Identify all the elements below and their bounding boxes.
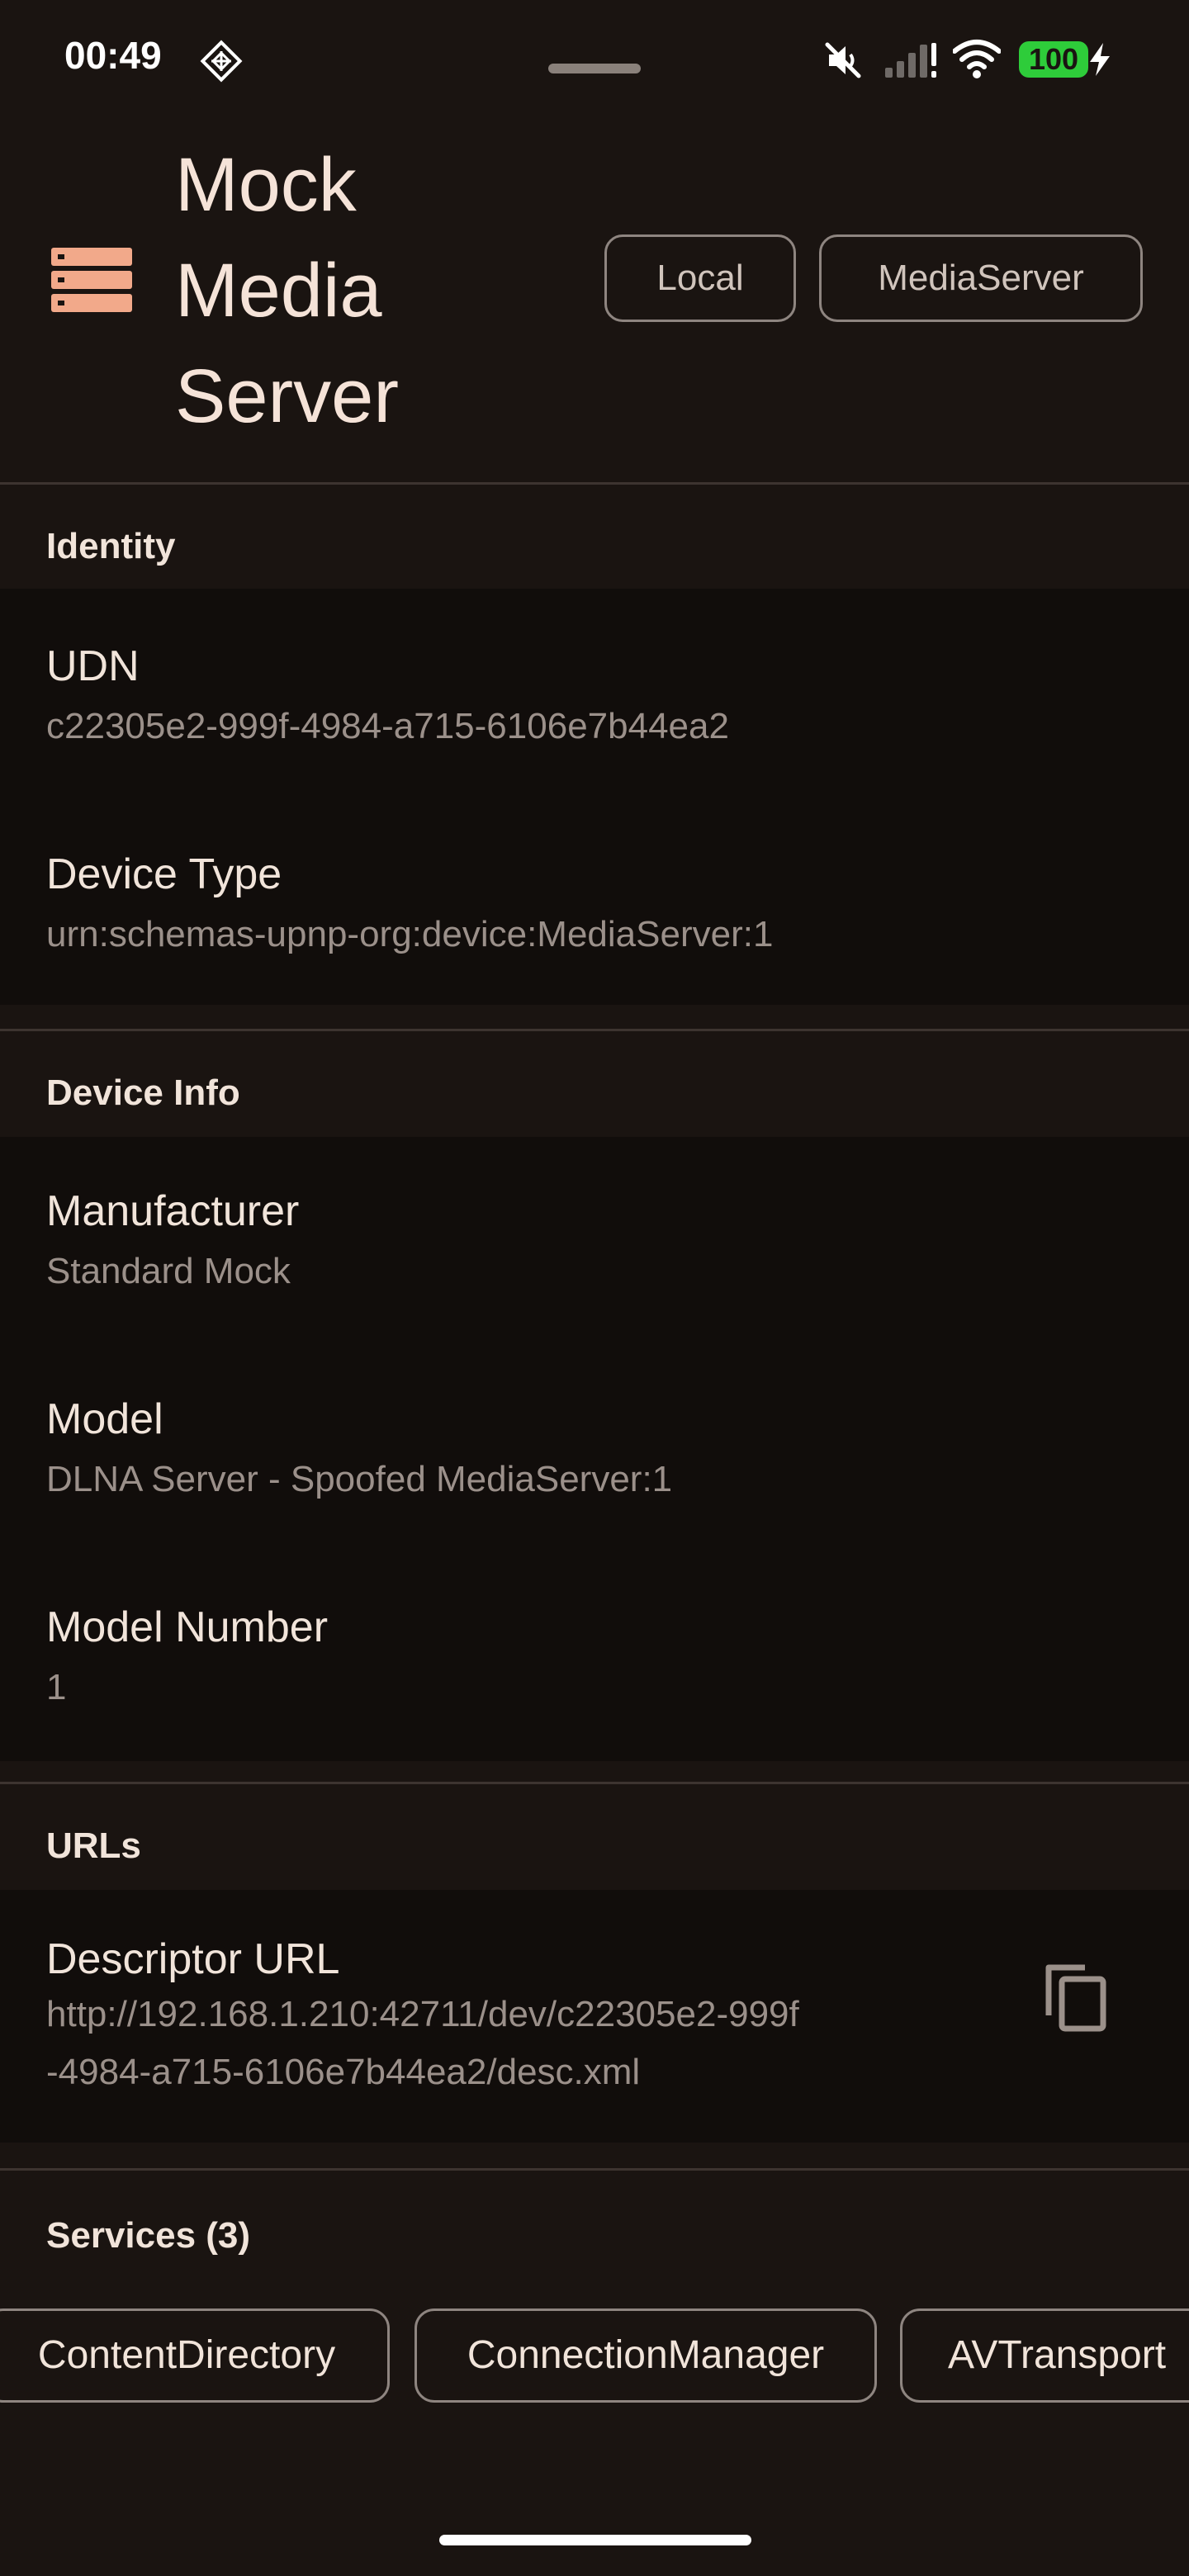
local-chip[interactable]: Local: [604, 234, 796, 322]
section-header-services: Services (3): [0, 2171, 1189, 2303]
section-header-device-info: Device Info: [0, 1031, 1189, 1137]
app-notification-icon: [200, 40, 243, 83]
home-indicator[interactable]: [439, 2535, 751, 2545]
page-title-line: Server: [175, 354, 399, 438]
section-title: Device Info: [46, 1073, 240, 1113]
row-value: DLNA Server - Spoofed MediaServer:1: [46, 1459, 673, 1499]
device-info-card: Manufacturer Standard Mock Model DLNA Se…: [0, 1137, 1189, 1761]
section-title: Services (3): [46, 2215, 251, 2256]
server-stack-icon: [51, 248, 132, 312]
row-label: Model: [46, 1395, 163, 1443]
descriptor-url-value: http://192.168.1.210:42711/dev/c22305e2-…: [46, 1986, 971, 2101]
section-title: Identity: [46, 526, 176, 566]
device-detail-screen: 00:49 100 Mock Media Server Local MediaS…: [0, 0, 1189, 2576]
mediaserver-chip[interactable]: MediaServer: [819, 234, 1143, 322]
section-header-urls: URLs: [0, 1784, 1189, 1890]
row-value: c22305e2-999f-4984-a715-6106e7b44ea2: [46, 706, 729, 746]
page-title-line: Media: [175, 249, 382, 333]
row-label: UDN: [46, 642, 140, 690]
row-label: Descriptor URL: [46, 1935, 340, 1983]
app-header: Mock Media Server Local MediaServer: [0, 116, 1189, 484]
charging-bolt-icon: [1090, 43, 1110, 76]
notch-pill: [548, 64, 641, 73]
url-line: http://192.168.1.210:42711/dev/c22305e2-…: [46, 1994, 799, 2034]
row-label: Device Type: [46, 850, 282, 898]
row-value: urn:schemas-upnp-org:device:MediaServer:…: [46, 914, 774, 954]
urls-card: Descriptor URL http://192.168.1.210:4271…: [0, 1890, 1189, 2143]
identity-card: UDN c22305e2-999f-4984-a715-6106e7b44ea2…: [0, 589, 1189, 1005]
battery-level: 100: [1019, 41, 1088, 78]
service-chip-contentdirectory[interactable]: ContentDirectory: [0, 2308, 390, 2403]
section-title: URLs: [46, 1825, 141, 1866]
row-value: Standard Mock: [46, 1251, 291, 1291]
row-value: 1: [46, 1667, 67, 1707]
status-bar: 00:49 100: [0, 0, 1189, 116]
section-header-identity: Identity: [0, 485, 1189, 589]
page-title: Mock Media Server: [175, 132, 456, 449]
wifi-icon: [953, 40, 1001, 78]
service-chip-avtransport[interactable]: AVTransport: [900, 2308, 1189, 2403]
signal-icon: [885, 43, 936, 78]
row-label: Manufacturer: [46, 1187, 300, 1235]
copy-icon[interactable]: [1042, 1961, 1108, 2032]
mute-icon: [825, 42, 861, 78]
service-chip-connectionmanager[interactable]: ConnectionManager: [414, 2308, 877, 2403]
row-label: Model Number: [46, 1603, 329, 1651]
services-chip-row[interactable]: ContentDirectory ConnectionManager AVTra…: [0, 2308, 1189, 2404]
status-time: 00:49: [64, 34, 162, 77]
page-title-line: Mock: [175, 143, 357, 227]
url-line: -4984-a715-6106e7b44ea2/desc.xml: [46, 2052, 641, 2092]
